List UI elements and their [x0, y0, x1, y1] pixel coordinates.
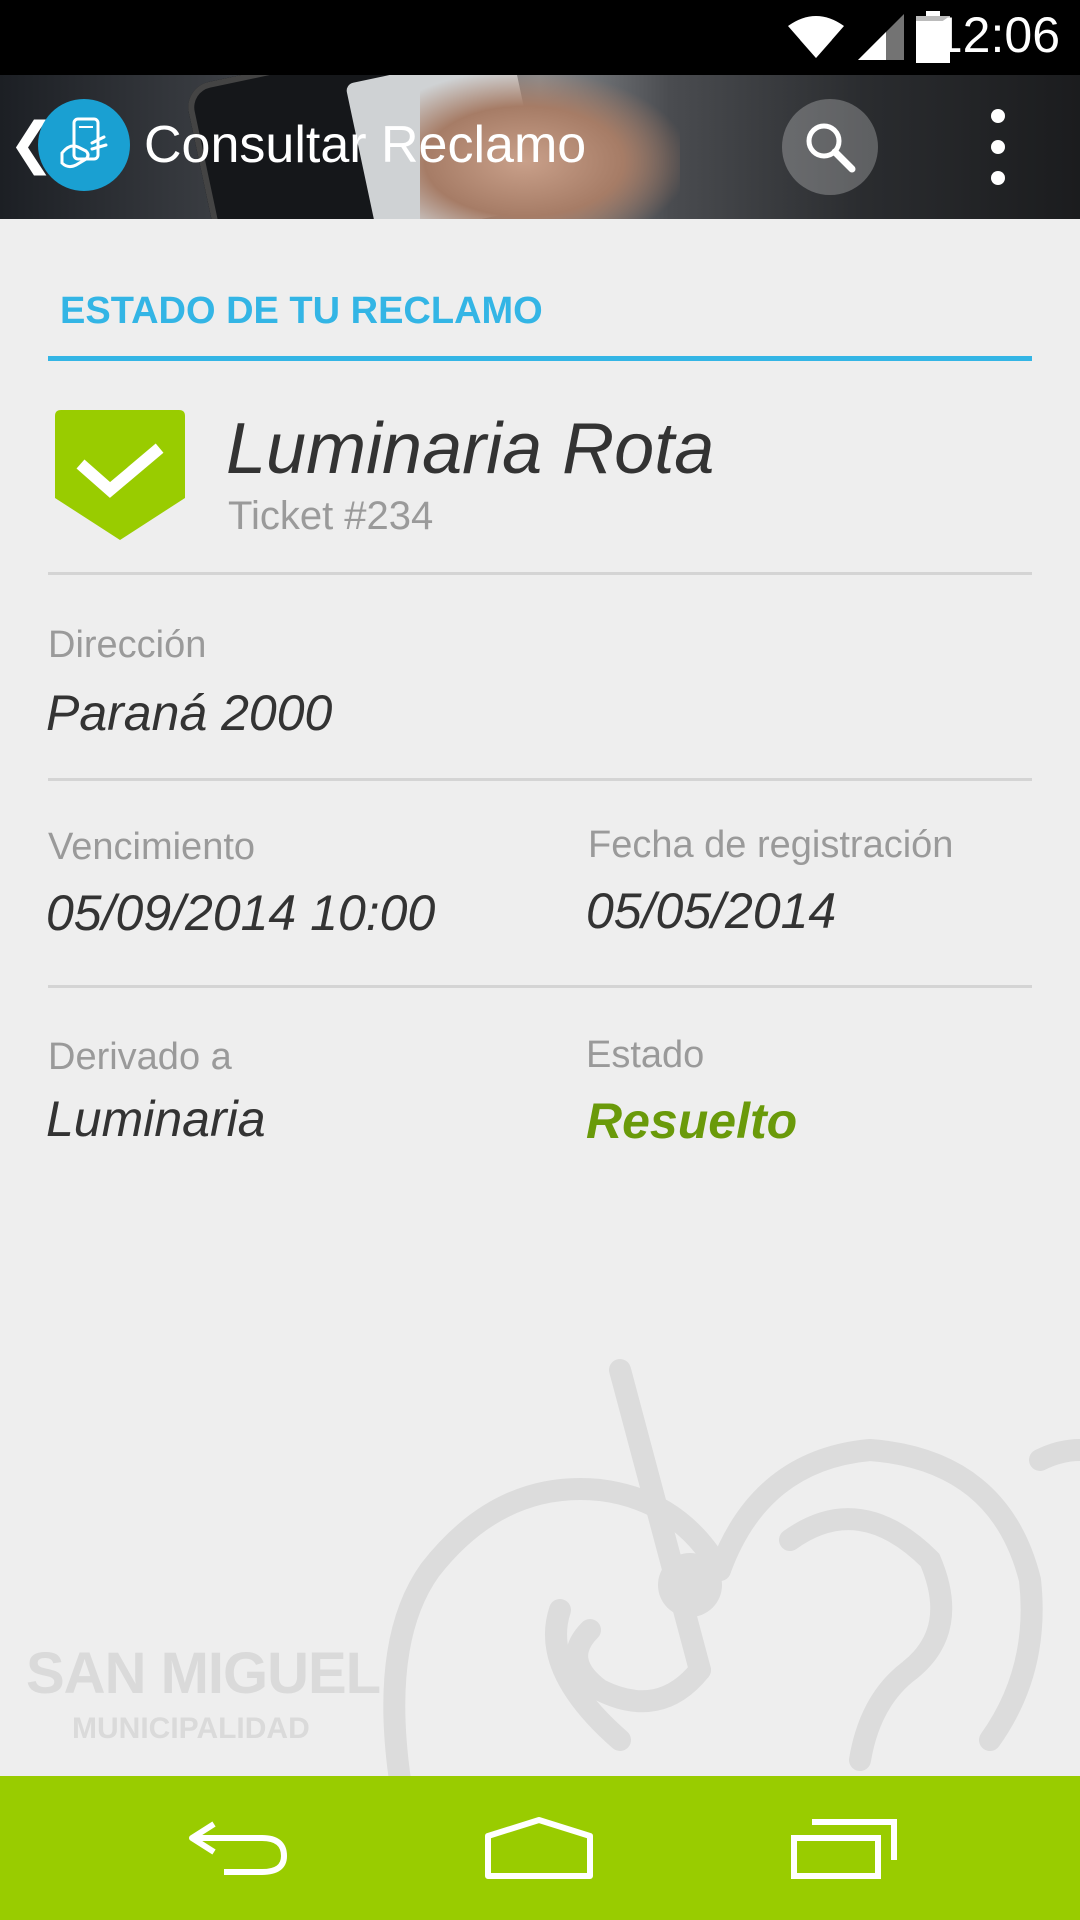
recents-nav-icon[interactable]: [790, 1816, 900, 1880]
brand-subtitle: MUNICIPALIDAD: [72, 1712, 310, 1745]
ticket-number: Ticket #234: [228, 494, 434, 538]
search-icon: [806, 123, 856, 173]
back-nav-icon[interactable]: [184, 1816, 294, 1880]
clock: 12:06: [934, 7, 1060, 63]
estado-value: Resuelto: [586, 1093, 798, 1149]
brand-name: SAN MIGUEL: [26, 1641, 381, 1706]
phone-hand-icon: [60, 117, 108, 169]
wifi-icon: [788, 16, 844, 58]
divider: [48, 985, 1032, 988]
action-bar: ❮ Consultar Reclamo: [0, 75, 1080, 219]
derivado-label: Derivado a: [48, 1036, 232, 1078]
direccion-label: Dirección: [48, 624, 207, 666]
fecha-registracion-value: 05/05/2014: [586, 883, 837, 939]
divider: [48, 572, 1032, 575]
navigation-bar: [0, 1776, 1080, 1920]
signal-icon: [858, 14, 904, 60]
overflow-menu-icon[interactable]: [970, 109, 1026, 185]
checkmark-icon: [55, 410, 185, 540]
section-header: ESTADO DE TU RECLAMO: [60, 290, 543, 332]
vencimiento-value: 05/09/2014 10:00: [46, 885, 436, 941]
derivado-value: Luminaria: [46, 1091, 266, 1147]
fecha-registracion-label: Fecha de registración: [588, 824, 954, 866]
page-title: Consultar Reclamo: [144, 116, 587, 174]
status-bar: 12:06: [0, 0, 1080, 75]
vencimiento-label: Vencimiento: [48, 826, 256, 868]
status-icons: [786, 11, 950, 63]
home-nav-icon[interactable]: [484, 1816, 594, 1880]
section-underline: [48, 356, 1032, 361]
search-button[interactable]: [782, 99, 878, 195]
claim-title: Luminaria Rota: [226, 409, 715, 489]
divider: [48, 778, 1032, 781]
direccion-value: Paraná 2000: [46, 685, 333, 741]
app-logo-icon[interactable]: [38, 99, 130, 191]
estado-label: Estado: [586, 1034, 705, 1076]
